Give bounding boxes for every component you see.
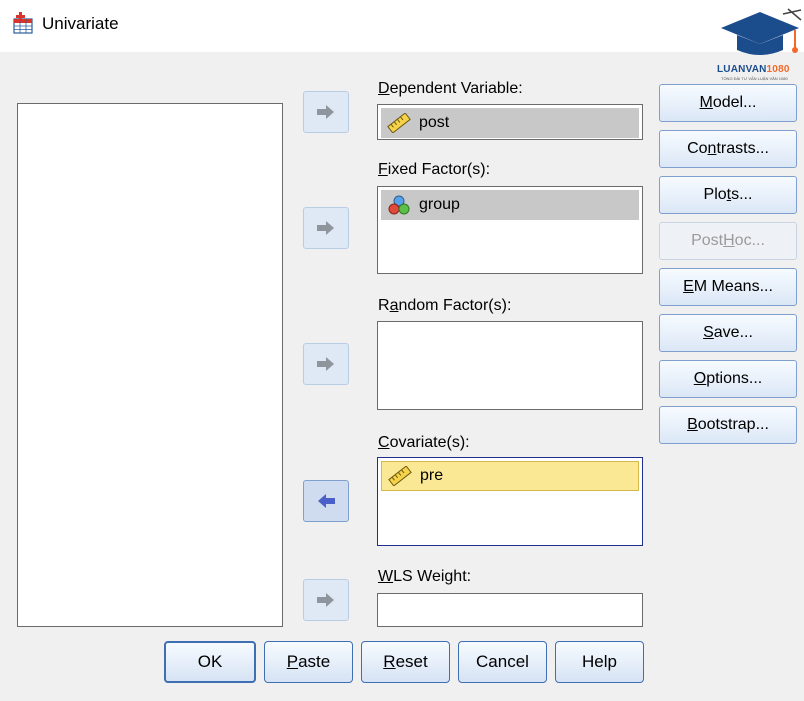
- move-to-dependent-button[interactable]: [303, 91, 349, 133]
- covariate-value: pre: [420, 467, 444, 484]
- ok-button[interactable]: OK: [164, 641, 256, 683]
- plots-button[interactable]: Plo t s...: [659, 176, 797, 214]
- univariate-app-icon: [11, 11, 35, 35]
- cancel-button[interactable]: Cancel: [458, 641, 547, 683]
- em-means-button[interactable]: EM Means...: [659, 268, 797, 306]
- random-factors-label: Random Factor(s):: [378, 297, 512, 314]
- scale-ruler-icon: [387, 113, 411, 133]
- arrow-right-icon: [317, 221, 334, 235]
- source-variable-list[interactable]: [17, 103, 283, 627]
- move-to-wls-weight-button[interactable]: [303, 579, 349, 621]
- reset-button[interactable]: Reset: [361, 641, 450, 683]
- luanvan-logo: LUANVAN1080 TỔNG ĐÀI TƯ VẤN LUẬN VĂN 108…: [713, 8, 804, 96]
- fixed-factor-item[interactable]: group: [381, 190, 639, 220]
- wls-weight-label: WLS Weight:: [378, 568, 472, 585]
- move-to-random-factor-button[interactable]: [303, 343, 349, 385]
- dependent-variable-label: Dependent Variable:: [378, 80, 523, 97]
- random-factors-list[interactable]: [377, 321, 643, 410]
- wls-weight-field[interactable]: [377, 593, 643, 627]
- covariates-label: Covariate(s):: [378, 434, 470, 451]
- fixed-factors-list[interactable]: group: [377, 186, 643, 274]
- move-to-fixed-factor-button[interactable]: [303, 207, 349, 249]
- save-button[interactable]: Save...: [659, 314, 797, 352]
- window-title: Univariate: [42, 14, 119, 33]
- arrow-right-icon: [317, 593, 334, 607]
- fixed-factor-value: group: [419, 196, 460, 213]
- paste-button[interactable]: Paste: [264, 641, 353, 683]
- move-from-covariate-button[interactable]: [303, 480, 349, 522]
- scale-ruler-icon: [388, 466, 412, 486]
- fixed-factors-label: Fixed Factor(s):: [378, 161, 491, 178]
- covariates-list[interactable]: pre: [377, 457, 643, 546]
- contrasts-button[interactable]: Co n trasts...: [659, 130, 797, 168]
- dependent-variable-item[interactable]: post: [381, 108, 639, 138]
- post-hoc-button[interactable]: Post Hoc...: [659, 222, 797, 260]
- options-button[interactable]: Options...: [659, 360, 797, 398]
- covariate-item[interactable]: pre: [381, 461, 639, 491]
- help-button[interactable]: Help: [555, 641, 644, 683]
- arrow-left-icon: [318, 494, 335, 508]
- arrow-right-icon: [317, 105, 334, 119]
- bootstrap-button[interactable]: Bootstrap...: [659, 406, 797, 444]
- nominal-circles-icon: [388, 195, 410, 215]
- model-button[interactable]: Model...: [659, 84, 797, 122]
- dependent-variable-value: post: [419, 114, 450, 131]
- dependent-variable-field[interactable]: post: [377, 104, 643, 140]
- arrow-right-icon: [317, 357, 334, 371]
- title-bar: [0, 0, 804, 52]
